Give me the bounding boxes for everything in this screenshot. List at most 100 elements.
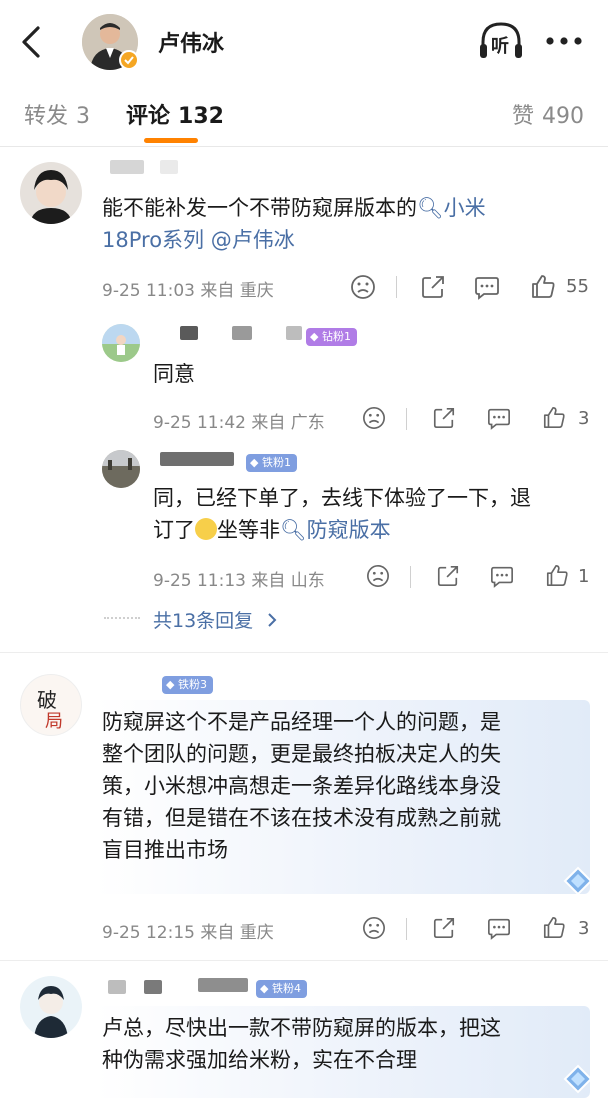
divider [0, 960, 608, 961]
comment-icon[interactable] [490, 564, 514, 588]
comment-location: 来自 重庆 [200, 923, 274, 943]
top-bar: 卢伟冰 听 [0, 0, 608, 84]
comment-line: 卢总，尽快出一款不带防窥屏的版本，把这 [102, 1016, 501, 1040]
tab-count: 490 [542, 104, 585, 129]
avatar[interactable] [20, 162, 82, 224]
reply-location: 来自 广东 [251, 413, 325, 433]
topic-link-text: 小米 [443, 196, 486, 220]
username-redacted [160, 160, 178, 174]
comment-text-part: 能不能补发一个不带防窥屏版本的 [102, 196, 417, 220]
comment-text: 防窥屏这个不是产品经理一个人的问题，是 整个团队的问题，更是最终拍板决定人的失 … [102, 706, 588, 866]
verified-badge-icon [119, 50, 139, 70]
author-name[interactable]: 卢伟冰 [158, 26, 224, 58]
more-replies-link[interactable]: 共13条回复 [153, 606, 279, 633]
comment-line: 防窥屏这个不是产品经理一个人的问题，是 [102, 710, 501, 734]
reply-text: 同，已经下单了，去线下体验了一下，退 订了 坐等非🔍︎防窥版本 [153, 482, 593, 546]
comment-line: 盲目推出市场 [102, 838, 228, 862]
comment-text: 卢总，尽快出一款不带防窥屏的版本，把这 种伪需求强加给米粉，实在不合理 [102, 1012, 588, 1076]
svg-text:局: 局 [45, 711, 63, 732]
fan-badge-label: 铁粉4 [271, 982, 301, 995]
dislike-face-icon[interactable] [362, 406, 386, 430]
share-icon[interactable] [432, 916, 456, 940]
dislike-face-icon[interactable] [362, 916, 386, 940]
reply-text-part: 订了 [153, 518, 195, 542]
svg-text:破: 破 [37, 688, 57, 712]
chevron-right-icon [268, 613, 277, 627]
tab-reposts[interactable]: 转发 3 [24, 98, 90, 130]
chevron-left-icon[interactable] [18, 24, 48, 60]
diamond-icon [563, 1064, 593, 1094]
fan-badge-label: 铁粉3 [177, 678, 207, 691]
fan-badge-label: 钻粉1 [321, 330, 351, 343]
thumbs-up-icon[interactable] [542, 405, 566, 429]
username-redacted [198, 978, 248, 992]
like-count: 1 [578, 566, 590, 587]
fan-badge: ◆ 钻粉1 [306, 328, 357, 346]
avatar[interactable] [20, 976, 82, 1038]
dislike-face-icon[interactable] [366, 564, 390, 588]
comment-icon[interactable] [487, 916, 511, 940]
topic-link-continued[interactable]: 18Pro系列 [102, 228, 204, 252]
username-redacted[interactable] [180, 326, 198, 340]
tab-count: 3 [76, 104, 91, 129]
comment-line: 有错，但是错在不该在技术没有成熟之前就 [102, 806, 501, 830]
divider [396, 276, 397, 298]
avatar[interactable]: 破 局 [20, 674, 82, 736]
reply-time: 9-25 11:13 [153, 571, 246, 591]
share-icon[interactable] [436, 564, 460, 588]
topic-link[interactable]: 🔍︎小米 [417, 196, 486, 220]
diamond-icon: ◆ [166, 678, 175, 691]
tab-comments[interactable]: 评论 132 [126, 98, 224, 130]
comment-line: 种伪需求强加给米粉，实在不合理 [102, 1048, 417, 1072]
tab-label: 赞 [512, 104, 535, 129]
like-count: 3 [578, 408, 590, 429]
more-dots-icon[interactable] [545, 27, 583, 55]
comment-meta: 9-25 11:03 来自 重庆 [102, 276, 274, 301]
listen-label: 听 [491, 36, 509, 57]
crying-emoji-icon [195, 518, 217, 540]
username-redacted [286, 326, 302, 340]
username-redacted[interactable] [110, 160, 144, 174]
thumbs-up-icon[interactable] [530, 273, 556, 299]
thumbs-up-icon[interactable] [545, 563, 569, 587]
diamond-icon [563, 866, 593, 896]
tab-likes[interactable]: 赞 490 [512, 98, 584, 130]
reply-text-line: 同，已经下单了，去线下体验了一下，退 [153, 486, 531, 510]
fan-badge-label: 铁粉1 [261, 456, 291, 469]
tab-count: 132 [178, 104, 224, 129]
fan-badge: ◆ 铁粉3 [162, 676, 213, 694]
active-tab-indicator [144, 138, 198, 143]
topic-link[interactable]: 🔍︎防窥版本 [280, 518, 391, 542]
mention-link[interactable]: @卢伟冰 [211, 228, 295, 252]
comment-time: 9-25 12:15 [102, 923, 195, 943]
comment-meta: 9-25 12:15 来自 重庆 [102, 918, 274, 943]
avatar[interactable] [102, 324, 140, 362]
comment-location: 来自 重庆 [200, 281, 274, 301]
username-redacted [232, 326, 252, 340]
comment-icon[interactable] [474, 274, 500, 300]
username-redacted [144, 980, 162, 994]
dislike-face-icon[interactable] [350, 274, 376, 300]
username-redacted[interactable] [160, 452, 234, 466]
avatar[interactable] [102, 450, 140, 488]
comment-line: 策，小米想冲高想走一条差异化路线本身没 [102, 774, 501, 798]
username-redacted[interactable] [108, 980, 126, 994]
share-icon[interactable] [420, 274, 446, 300]
diamond-icon: ◆ [310, 330, 319, 343]
reply-meta: 9-25 11:42 来自 广东 [153, 408, 325, 433]
diamond-icon: ◆ [250, 456, 259, 469]
comment-line: 整个团队的问题，更是最终拍板决定人的失 [102, 742, 501, 766]
share-icon[interactable] [432, 406, 456, 430]
thumbs-up-icon[interactable] [542, 915, 566, 939]
fan-badge: ◆ 铁粉4 [256, 980, 307, 998]
listen-button[interactable]: 听 [478, 20, 524, 62]
reply-text: 同意 [153, 362, 195, 386]
topic-link-text: 防窥版本 [306, 518, 391, 542]
diamond-icon: ◆ [260, 982, 269, 995]
more-replies-label: 共13条回复 [153, 610, 254, 632]
reply-location: 来自 山东 [251, 571, 325, 591]
tab-label: 评论 [126, 104, 171, 129]
search-icon: 🔍︎ [417, 196, 444, 220]
divider [0, 146, 608, 147]
comment-icon[interactable] [487, 406, 511, 430]
